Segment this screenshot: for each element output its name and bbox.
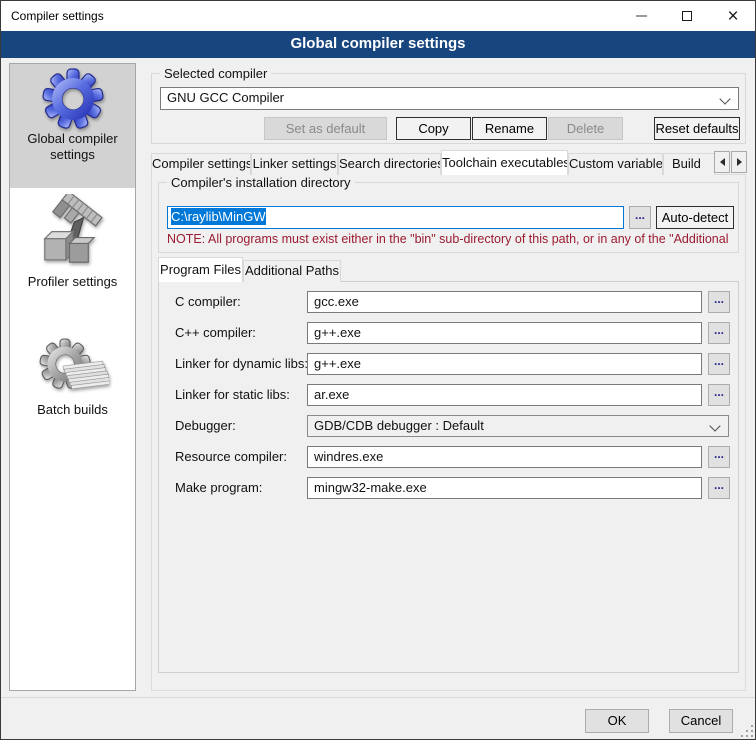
- cpp-compiler-row: C++ compiler: g++.exe ...: [159, 322, 738, 344]
- dynamic-linker-browse-button[interactable]: ...: [708, 353, 730, 375]
- delete-button[interactable]: Delete: [548, 117, 623, 140]
- close-icon: ×: [727, 7, 738, 26]
- window-title: Compiler settings: [11, 1, 104, 31]
- settings-tab-bar: Compiler settings Linker settings Search…: [151, 150, 747, 175]
- gray-gear-stack-icon: [37, 336, 109, 402]
- tab-linker-settings[interactable]: Linker settings: [251, 153, 338, 175]
- installation-directory-browse-button[interactable]: ...: [629, 206, 651, 229]
- debugger-label: Debugger:: [175, 415, 236, 437]
- arrow-right-icon: [737, 158, 742, 166]
- close-button[interactable]: ×: [710, 1, 756, 31]
- tab-custom-variables[interactable]: Custom variables: [568, 153, 663, 175]
- footer-divider: [1, 697, 756, 698]
- cancel-button[interactable]: Cancel: [669, 709, 733, 733]
- bin-subdirectory-note: NOTE: All programs must exist either in …: [167, 232, 733, 246]
- debugger-select-value: GDB/CDB debugger : Default: [314, 418, 484, 433]
- sidebar-item-global-compiler-settings[interactable]: Global compiler settings: [10, 64, 135, 188]
- sidebar-item-batch-builds[interactable]: Batch builds: [10, 320, 135, 452]
- cpp-compiler-label: C++ compiler:: [175, 322, 256, 344]
- copy-button[interactable]: Copy: [396, 117, 471, 140]
- compiler-select-value: GNU GCC Compiler: [167, 90, 284, 105]
- maximize-button[interactable]: [664, 1, 710, 31]
- maximize-icon: [682, 11, 692, 21]
- dynamic-linker-row: Linker for dynamic libs: g++.exe ...: [159, 353, 738, 375]
- resource-compiler-browse-button[interactable]: ...: [708, 446, 730, 468]
- resource-compiler-field[interactable]: windres.exe: [307, 446, 702, 468]
- auto-detect-button[interactable]: Auto-detect: [656, 206, 734, 229]
- program-files-panel: C compiler: gcc.exe ... C++ compiler: g+…: [158, 281, 739, 673]
- resource-compiler-label: Resource compiler:: [175, 446, 287, 468]
- static-linker-label: Linker for static libs:: [175, 384, 290, 406]
- compiler-settings-dialog: Compiler settings × Global compiler sett…: [0, 0, 756, 740]
- make-program-label: Make program:: [175, 477, 262, 499]
- tab-search-directories[interactable]: Search directories: [338, 153, 441, 175]
- minimize-icon: [636, 15, 647, 17]
- dynamic-linker-label: Linker for dynamic libs:: [175, 353, 308, 375]
- title-bar: Compiler settings ×: [1, 1, 755, 31]
- tab-build-options[interactable]: Build: [663, 153, 715, 175]
- selected-compiler-group: Selected compiler GNU GCC Compiler Set a…: [151, 73, 746, 144]
- installation-directory-value: C:\raylib\MinGW: [171, 208, 266, 225]
- static-linker-field[interactable]: ar.exe: [307, 384, 702, 406]
- compiler-select[interactable]: GNU GCC Compiler: [160, 87, 739, 110]
- set-as-default-button[interactable]: Set as default: [264, 117, 387, 140]
- debugger-select[interactable]: GDB/CDB debugger : Default: [307, 415, 729, 437]
- installation-directory-group: Compiler's installation directory C:\ray…: [158, 182, 739, 253]
- dynamic-linker-field[interactable]: g++.exe: [307, 353, 702, 375]
- static-linker-browse-button[interactable]: ...: [708, 384, 730, 406]
- installation-directory-input[interactable]: C:\raylib\MinGW: [167, 206, 624, 229]
- arrow-left-icon: [720, 158, 725, 166]
- minimize-button[interactable]: [618, 1, 664, 31]
- resize-grip[interactable]: [741, 725, 754, 738]
- cpp-compiler-field[interactable]: g++.exe: [307, 322, 702, 344]
- sidebar-item-label: Global compiler settings: [17, 131, 129, 163]
- sidebar-item-label: Profiler settings: [17, 274, 129, 290]
- sidebar-item-profiler-settings[interactable]: Profiler settings: [10, 190, 135, 302]
- c-compiler-label: C compiler:: [175, 291, 241, 313]
- rename-button[interactable]: Rename: [472, 117, 547, 140]
- subtab-additional-paths[interactable]: Additional Paths: [243, 260, 341, 282]
- tab-compiler-settings[interactable]: Compiler settings: [151, 153, 251, 175]
- make-program-browse-button[interactable]: ...: [708, 477, 730, 499]
- c-compiler-browse-button[interactable]: ...: [708, 291, 730, 313]
- reset-defaults-button[interactable]: Reset defaults: [654, 117, 740, 140]
- profiler-caliper-icon: [35, 194, 111, 274]
- debugger-row: Debugger: GDB/CDB debugger : Default: [159, 415, 738, 437]
- tab-scroll-left-button[interactable]: [714, 151, 730, 173]
- c-compiler-field[interactable]: gcc.exe: [307, 291, 702, 313]
- page-title: Global compiler settings: [1, 31, 755, 58]
- selected-compiler-group-label: Selected compiler: [160, 66, 271, 81]
- settings-category-list: Global compiler settings Profil: [9, 63, 136, 691]
- subtab-program-files[interactable]: Program Files: [158, 257, 243, 282]
- sidebar-item-label: Batch builds: [17, 402, 129, 418]
- cpp-compiler-browse-button[interactable]: ...: [708, 322, 730, 344]
- make-program-field[interactable]: mingw32-make.exe: [307, 477, 702, 499]
- ok-button[interactable]: OK: [585, 709, 649, 733]
- make-program-row: Make program: mingw32-make.exe ...: [159, 477, 738, 499]
- tab-scroll-right-button[interactable]: [731, 151, 747, 173]
- chevron-down-icon: [719, 93, 730, 104]
- tab-toolchain-executables[interactable]: Toolchain executables: [441, 150, 568, 175]
- blue-gear-icon: [41, 67, 105, 131]
- chevron-down-icon: [709, 420, 720, 431]
- installation-directory-group-label: Compiler's installation directory: [167, 175, 355, 190]
- resource-compiler-row: Resource compiler: windres.exe ...: [159, 446, 738, 468]
- c-compiler-row: C compiler: gcc.exe ...: [159, 291, 738, 313]
- static-linker-row: Linker for static libs: ar.exe ...: [159, 384, 738, 406]
